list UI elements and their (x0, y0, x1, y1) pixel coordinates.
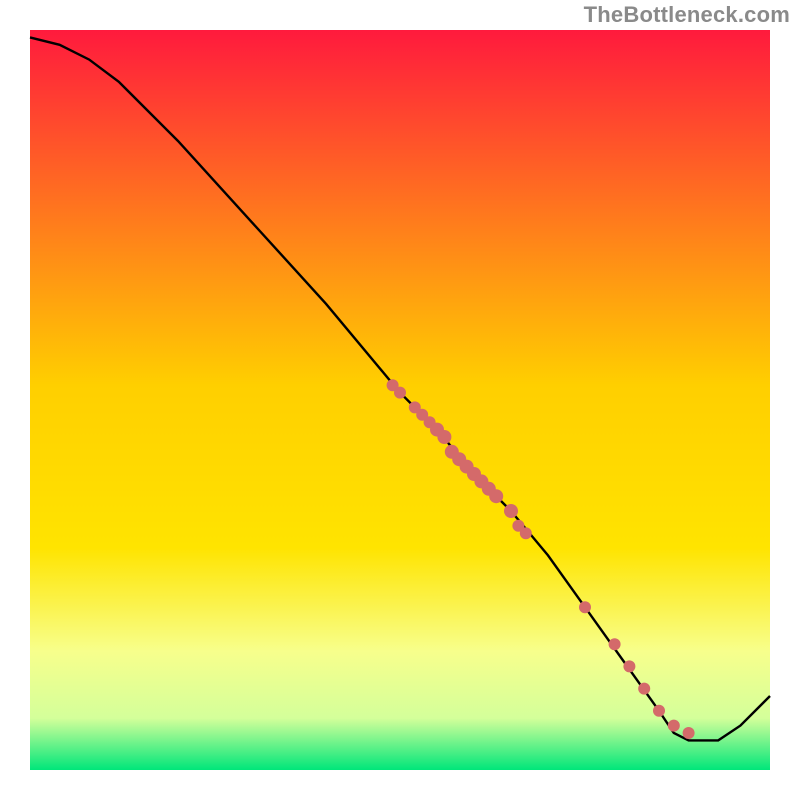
curve-marker (520, 527, 532, 539)
curve-marker (623, 660, 635, 672)
curve-marker (394, 387, 406, 399)
curve-marker (579, 601, 591, 613)
watermark-text: TheBottleneck.com (0, 2, 800, 28)
curve-marker (504, 504, 518, 518)
curve-marker (638, 683, 650, 695)
chart-canvas (0, 0, 800, 800)
curve-marker (437, 430, 451, 444)
plot-background (30, 30, 770, 770)
curve-marker (653, 705, 665, 717)
curve-marker (683, 727, 695, 739)
curve-marker (489, 489, 503, 503)
bottleneck-chart: TheBottleneck.com (0, 0, 800, 800)
curve-marker (668, 720, 680, 732)
curve-marker (609, 638, 621, 650)
